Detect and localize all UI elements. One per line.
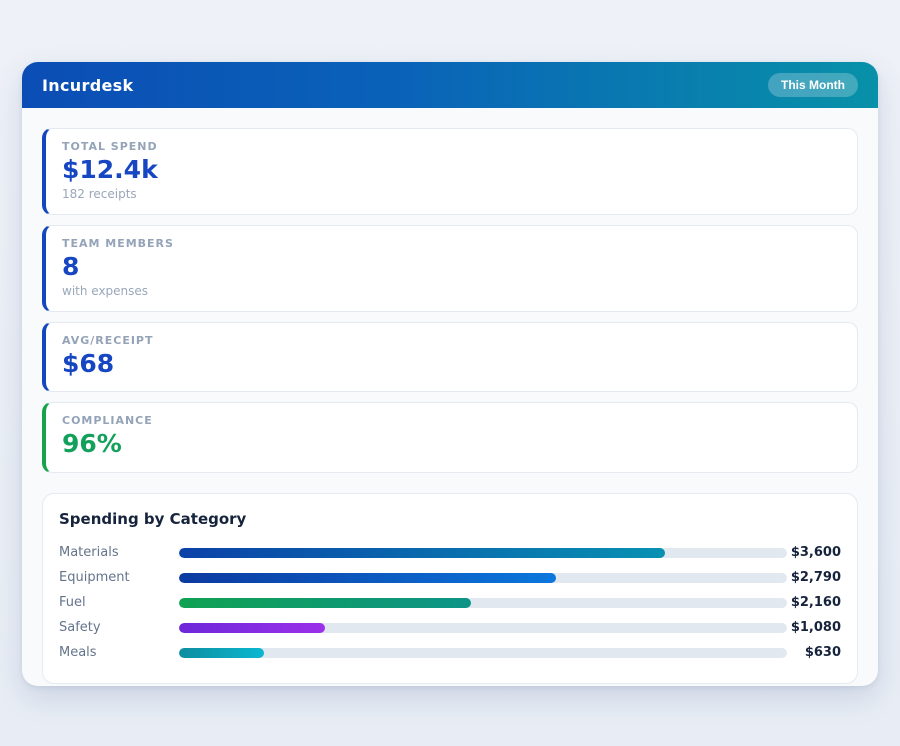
bar-track <box>179 597 787 608</box>
bar-track <box>179 622 787 633</box>
stat-value: $12.4k <box>62 155 158 184</box>
stat-subtext: with expenses <box>62 283 149 298</box>
stat-card-team-members: TEAM MEMBERS 8 with expenses <box>42 224 858 312</box>
stat-label: COMPLIANCE <box>62 414 153 428</box>
app-title: Incurdesk <box>42 75 134 95</box>
chart-title: Spending by Category <box>59 510 247 528</box>
category-value: $1,080 <box>790 620 841 635</box>
chart-row-fuel: Fuel $2,160 <box>59 590 841 615</box>
period-badge[interactable]: This Month <box>768 73 858 97</box>
bar-fuel <box>179 597 471 608</box>
stat-label: AVG/RECEIPT <box>62 333 154 347</box>
category-value: $630 <box>804 645 841 660</box>
chart-row-materials: Materials $3,600 <box>59 540 841 565</box>
stat-value: 96% <box>62 429 122 459</box>
category-label: Fuel <box>59 595 86 610</box>
category-value: $2,160 <box>790 595 841 610</box>
stat-value: 8 <box>62 251 80 281</box>
bar-safety <box>179 622 325 633</box>
bar-meals <box>179 647 265 658</box>
dashboard-panel: Incurdesk This Month TOTAL SPEND $12.4k … <box>22 62 878 686</box>
bar-track <box>179 572 787 583</box>
stat-card-avg-receipt: AVG/RECEIPT $68 <box>42 321 858 393</box>
category-label: Equipment <box>59 570 130 585</box>
spending-by-category-card: Spending by Category Materials $3,600 Eq… <box>42 493 858 684</box>
stat-card-total-spend: TOTAL SPEND $12.4k 182 receipts <box>42 128 858 215</box>
stat-card-compliance: COMPLIANCE 96% <box>42 402 858 473</box>
bar-track <box>179 647 787 658</box>
chart-row-safety: Safety $1,080 <box>59 615 841 640</box>
stat-value: $68 <box>62 348 115 378</box>
panel-body: TOTAL SPEND $12.4k 182 receipts TEAM MEM… <box>22 108 878 686</box>
category-label: Safety <box>59 620 101 635</box>
chart-row-equipment: Equipment $2,790 <box>59 565 841 590</box>
bar-equipment <box>179 572 556 583</box>
stat-label: TEAM MEMBERS <box>62 236 174 250</box>
category-label: Meals <box>59 645 97 660</box>
stat-subtext: 182 receipts <box>62 186 137 201</box>
category-label: Materials <box>59 545 119 560</box>
app-header: Incurdesk This Month <box>22 62 878 108</box>
bar-track <box>179 547 787 558</box>
chart-row-meals: Meals $630 <box>59 640 841 665</box>
category-value: $3,600 <box>790 545 841 560</box>
stat-label: TOTAL SPEND <box>62 140 158 153</box>
bar-materials <box>179 547 666 558</box>
category-value: $2,790 <box>790 570 841 585</box>
